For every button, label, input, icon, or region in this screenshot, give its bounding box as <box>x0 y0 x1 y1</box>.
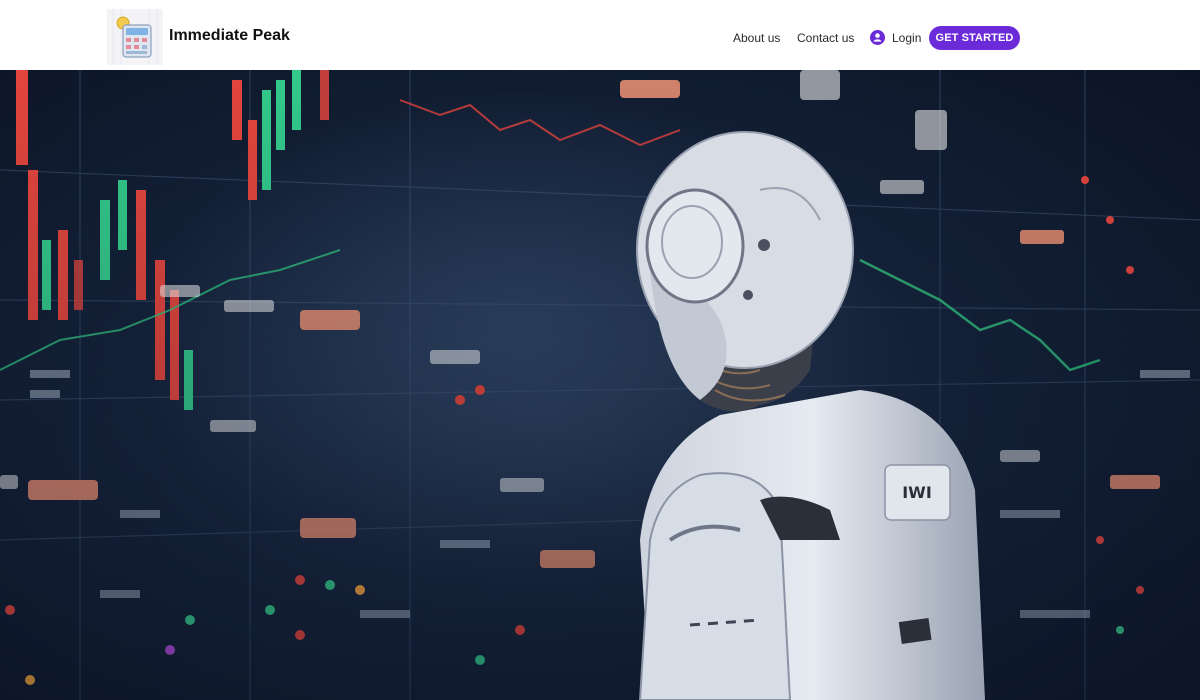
get-started-button[interactable]: GET STARTED <box>929 26 1020 50</box>
site-header: Immediate Peak About us Contact us Login… <box>0 0 1200 70</box>
nav-contact-link[interactable]: Contact us <box>797 31 854 45</box>
user-icon[interactable] <box>870 30 885 45</box>
nav-about-link[interactable]: About us <box>733 31 780 45</box>
brand[interactable]: Immediate Peak <box>107 9 290 65</box>
calculator-logo-icon <box>107 9 163 65</box>
nav-login-link[interactable]: Login <box>892 31 921 45</box>
brand-name: Immediate Peak <box>169 27 290 44</box>
hero-banner: IWI <box>0 70 1200 700</box>
svg-text:IWI: IWI <box>902 483 932 502</box>
hero-image: IWI <box>0 70 1200 700</box>
